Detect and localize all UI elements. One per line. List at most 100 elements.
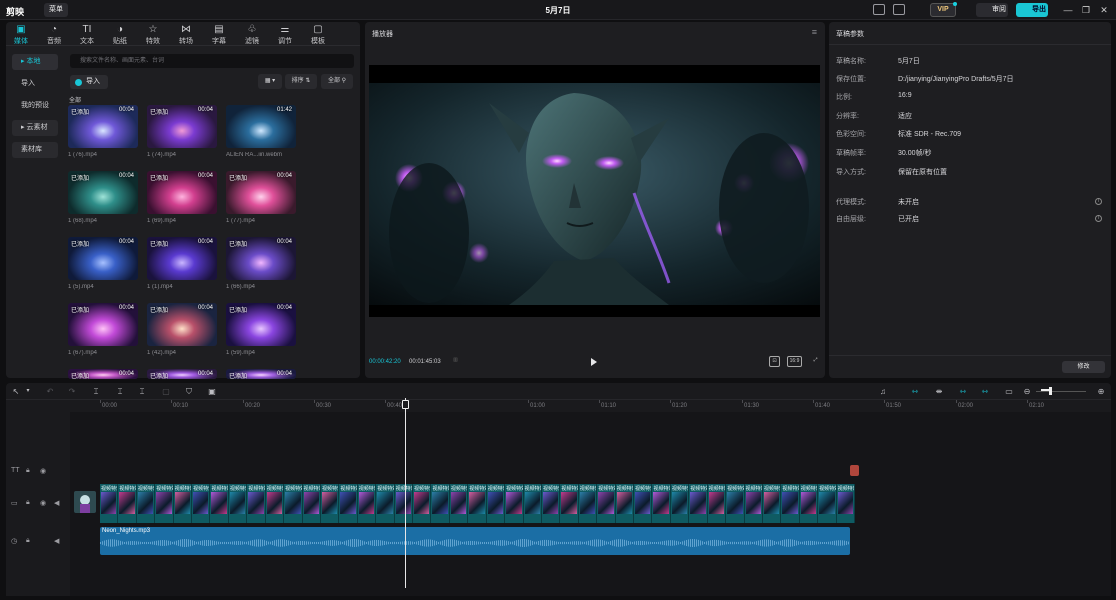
lock-icon[interactable]: 🔒︎ <box>26 537 30 545</box>
undo-icon[interactable]: ↶ <box>44 386 56 397</box>
select-tool-dropdown-icon[interactable]: ▾ <box>22 386 34 397</box>
video-clip[interactable]: 视频特效 <box>486 484 506 523</box>
media-thumbnail[interactable]: 已添加 00:04 <box>226 303 296 346</box>
microphone-icon[interactable]: ♫ <box>877 386 889 397</box>
media-thumbnail[interactable]: 已添加 00:04 <box>147 369 217 379</box>
track-area[interactable]: 视频特效视频特效视频特效视频特效视频特效视频特效视频特效视频特效视频特效视频特效… <box>70 412 1111 596</box>
video-clip[interactable]: 视频特效 <box>357 484 377 523</box>
video-clip[interactable]: 视频特效 <box>394 484 414 523</box>
video-clip[interactable]: 视频特效 <box>799 484 819 523</box>
marker-icon[interactable]: ⛉ <box>183 386 195 397</box>
video-clip[interactable]: 视频特效 <box>818 484 837 523</box>
media-thumbnail[interactable]: 已添加 00:04 <box>68 171 138 214</box>
mute-icon[interactable]: ◀︎ <box>54 499 59 507</box>
fullscreen-icon[interactable]: ⤢ <box>810 356 821 367</box>
maximize-icon[interactable]: ❐ <box>1080 4 1092 16</box>
video-clip[interactable]: 视频特效 <box>210 484 229 523</box>
eye-icon[interactable]: ◉ <box>40 499 46 507</box>
export-button[interactable]: 导出 <box>1016 3 1048 17</box>
media-thumbnail[interactable]: 已添加 00:04 <box>226 171 296 214</box>
tab-media[interactable]: ▣ 媒体 <box>7 24 35 46</box>
tab-sticker[interactable]: ◑ 贴纸 <box>106 24 134 46</box>
video-clip[interactable]: 视频特效 <box>173 484 193 523</box>
menu-button[interactable]: 菜单 <box>44 3 68 17</box>
fit-frame-icon[interactable]: ⊡ <box>769 356 780 367</box>
video-clip[interactable]: 视频特效 <box>781 484 800 523</box>
video-clip[interactable]: 视频特效 <box>431 484 450 523</box>
player-menu-icon[interactable]: ≡ <box>812 27 817 37</box>
linkage-icon[interactable]: ⇿ <box>957 386 969 397</box>
media-thumbnail[interactable]: 已添加 00:04 <box>226 369 296 379</box>
layout-icon[interactable] <box>893 4 905 15</box>
video-clip[interactable]: 视频特效 <box>247 484 266 523</box>
tab-effects[interactable]: ☆ 特效 <box>139 24 167 46</box>
video-clip[interactable]: 视频特效 <box>505 484 524 523</box>
video-clip[interactable]: 视频特效 <box>762 484 782 523</box>
video-clip[interactable]: 视频特效 <box>615 484 635 523</box>
video-clip[interactable]: 视频特效 <box>689 484 708 523</box>
video-clip[interactable]: 视频特效 <box>670 484 690 523</box>
tab-text[interactable]: TI 文本 <box>73 24 101 46</box>
info-icon[interactable]: i <box>1095 215 1102 222</box>
video-preview[interactable] <box>369 65 820 317</box>
video-clip[interactable]: 视频特效 <box>413 484 432 523</box>
video-clip[interactable]: 视频特效 <box>320 484 340 523</box>
media-thumbnail[interactable]: 已添加 00:04 <box>147 237 217 280</box>
media-thumbnail[interactable]: 已添加 00:04 <box>147 303 217 346</box>
timecode-list-icon[interactable]: ▥ <box>450 356 461 367</box>
media-thumbnail[interactable]: 已添加 00:04 <box>147 105 217 148</box>
nav-item-3[interactable]: ▸ 云素材 <box>12 120 58 136</box>
redo-icon[interactable]: ↷ <box>66 386 78 397</box>
zoom-out-icon[interactable]: ⊖ <box>1021 386 1033 397</box>
tab-template[interactable]: ▢ 模板 <box>304 24 332 46</box>
media-thumbnail[interactable]: 已添加 00:04 <box>68 303 138 346</box>
trim-left-icon[interactable]: ⌶ <box>114 386 126 397</box>
video-clip[interactable]: 视频特效 <box>228 484 248 523</box>
eye-icon[interactable]: ◉ <box>40 467 46 475</box>
video-clip[interactable]: 视频特效 <box>707 484 727 523</box>
video-clip[interactable]: 视频特效 <box>449 484 469 523</box>
tab-transition[interactable]: ⋈ 转场 <box>172 24 200 46</box>
media-thumbnail[interactable]: 已添加 00:04 <box>147 171 217 214</box>
delete-icon[interactable]: ▢ <box>160 386 172 397</box>
view-mode-button[interactable]: ▦ ▾ <box>258 74 282 89</box>
video-clip[interactable]: 视频特效 <box>118 484 137 523</box>
video-clip[interactable]: 视频特效 <box>578 484 598 523</box>
video-clip[interactable]: 视频特效 <box>265 484 285 523</box>
nav-item-4[interactable]: 素材库 <box>12 142 58 158</box>
zoom-in-icon[interactable]: ⊕ <box>1095 386 1107 397</box>
snap-icon[interactable]: ⇼ <box>933 386 945 397</box>
play-icon[interactable] <box>591 358 597 366</box>
tab-filter[interactable]: ♧ 滤镜 <box>238 24 266 46</box>
minimize-icon[interactable]: — <box>1062 4 1074 16</box>
link-icon[interactable]: ⇿ <box>909 386 921 397</box>
video-clip[interactable]: 视频特效 <box>560 484 579 523</box>
video-clip[interactable]: 视频特效 <box>836 484 855 523</box>
review-button[interactable]: 审阅 <box>976 3 1008 17</box>
zoom-slider-handle[interactable] <box>1049 387 1052 395</box>
media-thumbnail[interactable]: 01:42 <box>226 105 296 148</box>
video-clip[interactable]: 视频特效 <box>523 484 542 523</box>
video-clip[interactable]: 视频特效 <box>339 484 358 523</box>
playhead-handle[interactable] <box>402 400 409 409</box>
vip-badge[interactable]: VIP <box>930 3 956 17</box>
tab-audio[interactable]: ◔ 音频 <box>40 24 68 46</box>
audio-clip[interactable]: Neon_Nights.mp3 <box>100 527 850 555</box>
video-clip[interactable]: 视频特效 <box>744 484 763 523</box>
zoom-slider[interactable] <box>1036 391 1086 392</box>
video-clip[interactable]: 视频特效 <box>468 484 487 523</box>
info-icon[interactable]: i <box>1095 198 1102 205</box>
mute-icon[interactable]: ◀︎ <box>54 537 59 545</box>
video-clip[interactable]: 视频特效 <box>192 484 211 523</box>
ratio-button[interactable]: 16:9 <box>787 356 802 367</box>
media-thumbnail[interactable]: 已添加 00:04 <box>68 237 138 280</box>
image-icon[interactable]: ▣ <box>206 386 218 397</box>
video-clip[interactable]: 视频特效 <box>634 484 653 523</box>
filter-button[interactable]: 全部 ⚲ <box>321 74 353 89</box>
import-button[interactable]: 导入 <box>70 75 108 89</box>
video-clip[interactable]: 视频特效 <box>597 484 616 523</box>
close-icon[interactable]: ✕ <box>1098 4 1110 16</box>
video-clip[interactable]: 视频特效 <box>726 484 745 523</box>
nav-item-1[interactable]: 导入 <box>12 76 58 92</box>
modify-button[interactable]: 修改 <box>1062 361 1105 373</box>
